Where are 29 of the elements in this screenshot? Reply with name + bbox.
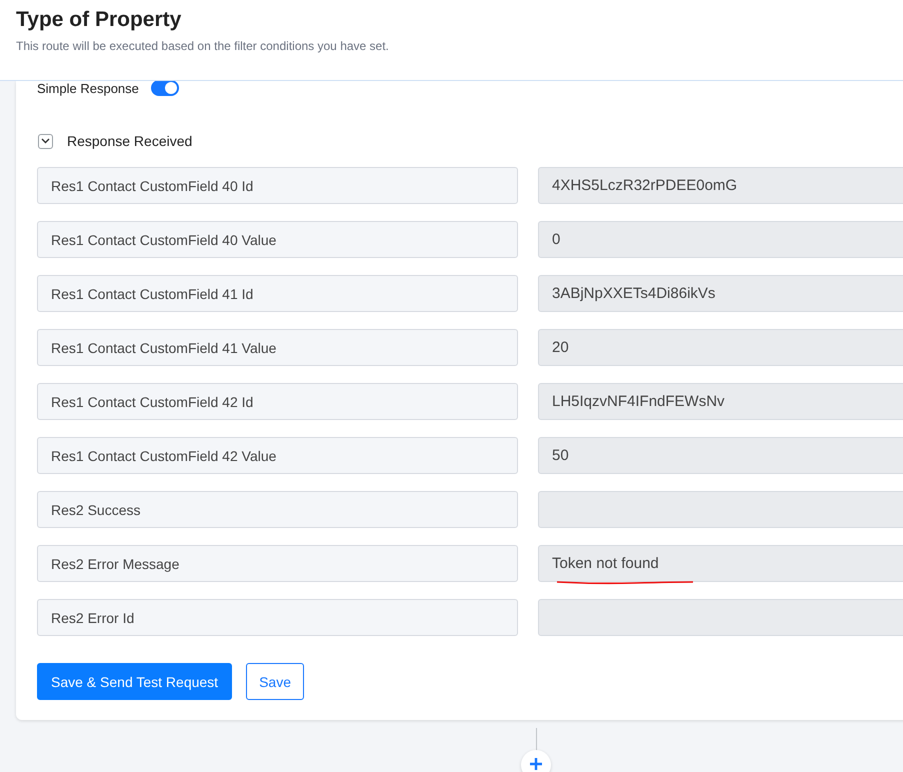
value-field[interactable]: LH5IqzvNF4IFndFEWsNv (538, 383, 903, 420)
value-field[interactable] (538, 599, 903, 636)
simple-response-toggle[interactable] (150, 80, 179, 96)
field-label: Res2 Error Message (37, 545, 518, 582)
field-label: Res1 Contact CustomField 42 Value (37, 437, 518, 474)
collapse-toggle[interactable] (38, 134, 53, 148)
field-label: Res1 Contact CustomField 41 Id (37, 275, 518, 312)
send-test-button[interactable]: Save & Send Test Request (37, 663, 232, 700)
value-field[interactable]: 3ABjNpXXETs4Di86ikVs (538, 275, 903, 312)
page-subtitle: This route will be executed based on the filter conditions you have set. (16, 39, 390, 53)
plus-icon (529, 757, 543, 771)
save-button[interactable]: Save (246, 663, 304, 700)
value-field[interactable]: 4XHS5LczR32rPDEE0omG (538, 167, 903, 204)
field-label: Res2 Error Id (37, 599, 518, 636)
value-field[interactable]: 0 (538, 221, 903, 258)
field-label: Res1 Contact CustomField 40 Value (37, 221, 518, 258)
field-label: Res1 Contact CustomField 40 Id (37, 167, 518, 204)
page-title: Type of Property (16, 7, 182, 33)
chevron-icon (41, 138, 50, 144)
field-label: Res2 Success (37, 491, 518, 528)
section-title: Response Received (67, 133, 192, 149)
value-field[interactable]: 20 (538, 329, 903, 366)
value-field[interactable]: Token not found (538, 545, 903, 582)
value-field[interactable]: 50 (538, 437, 903, 474)
field-label: Res1 Contact CustomField 42 Id (37, 383, 518, 420)
add-step-button[interactable] (521, 750, 551, 772)
field-label: Res1 Contact CustomField 41 Value (37, 329, 518, 366)
value-field[interactable] (538, 491, 903, 528)
simple-response-label: Simple Response (37, 80, 139, 96)
